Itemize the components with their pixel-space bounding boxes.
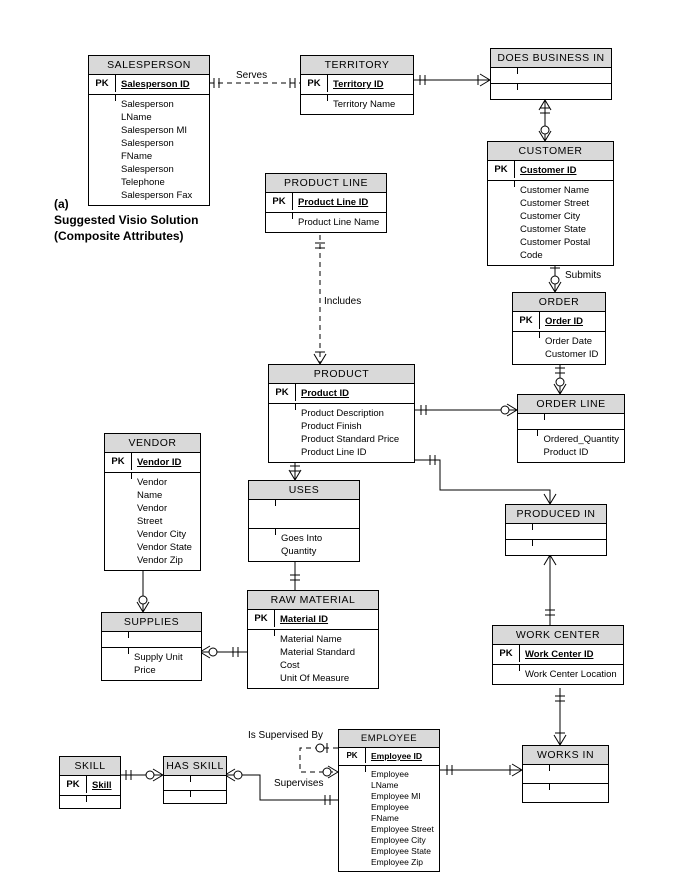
label-supervises: Supervises: [274, 778, 323, 789]
entity-customer: CUSTOMER PKCustomer ID Customer NameCust…: [487, 141, 614, 266]
entity-works-in: WORKS IN: [522, 745, 609, 803]
entity-does-business-in: DOES BUSINESS IN: [490, 48, 612, 100]
label-submits: Submits: [565, 270, 601, 281]
entity-title: SALESPERSON: [89, 56, 209, 75]
entity-attrs: Salesperson LNameSalesperson MISalespers…: [116, 95, 209, 205]
entity-uses: USES Goes Into Quantity: [248, 480, 360, 562]
entity-product: PRODUCT PKProduct ID Product Description…: [268, 364, 415, 463]
entity-work-center: WORK CENTER PKWork Center ID Work Center…: [492, 625, 624, 685]
entity-product-line: PRODUCT LINE PKProduct Line ID Product L…: [265, 173, 387, 233]
entity-territory: TERRITORY PKTerritory ID Territory Name: [300, 55, 414, 115]
entity-salesperson: SALESPERSON PKSalesperson ID Salesperson…: [88, 55, 210, 206]
entity-order: ORDER PKOrder ID Order DateCustomer ID: [512, 292, 606, 365]
label-serves: Serves: [236, 70, 267, 81]
entity-produced-in: PRODUCED IN: [505, 504, 607, 556]
entity-skill: SKILL PKSkill: [59, 756, 121, 809]
label-includes: Includes: [324, 296, 361, 307]
entity-vendor: VENDOR PKVendor ID Vendor NameVendor Str…: [104, 433, 201, 571]
label-supervised-by: Is Supervised By: [248, 730, 323, 741]
entity-order-line: ORDER LINE Ordered_QuantityProduct ID: [517, 394, 625, 463]
entity-supplies: SUPPLIES Supply Unit Price: [101, 612, 202, 681]
entity-raw-material: RAW MATERIAL PKMaterial ID Material Name…: [247, 590, 379, 689]
entity-employee: EMPLOYEE PKEmployee ID Employee LNameEmp…: [338, 729, 440, 872]
entity-has-skill: HAS SKILL: [163, 756, 227, 804]
